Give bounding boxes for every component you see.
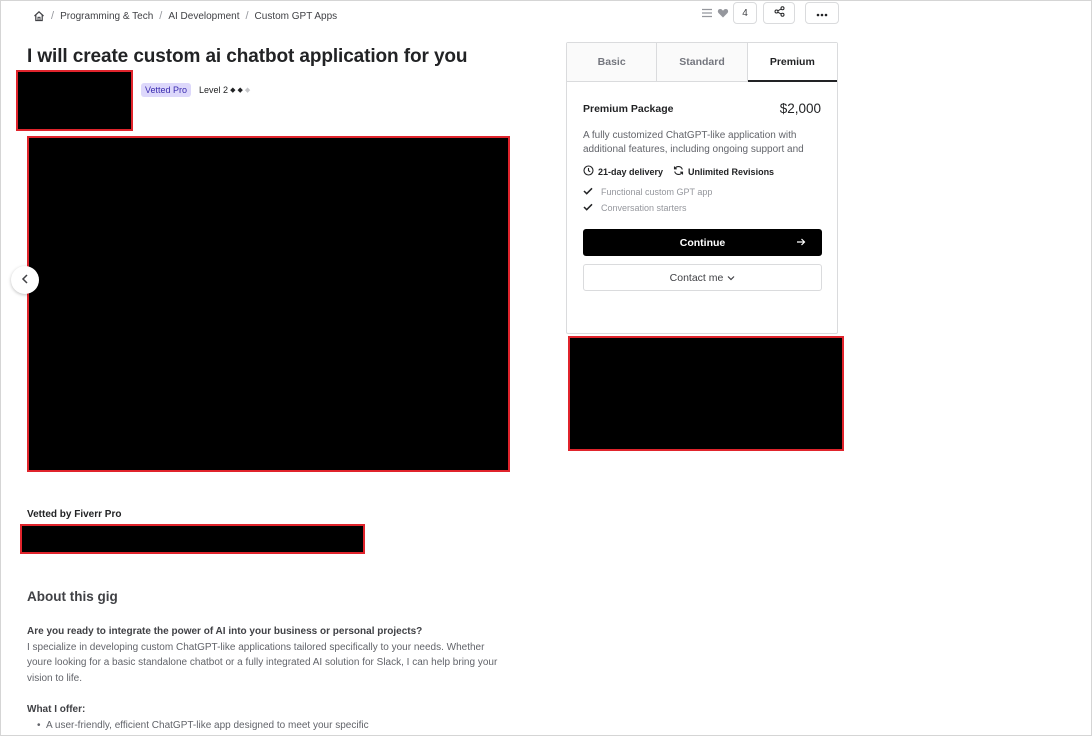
check-icon — [583, 187, 593, 197]
tab-basic[interactable]: Basic — [567, 43, 658, 81]
share-icon — [774, 4, 785, 22]
package-description: A fully customized ChatGPT-like applicat… — [583, 130, 804, 155]
share-button[interactable] — [763, 2, 795, 24]
breadcrumb-item-ai-development[interactable]: AI Development — [168, 11, 239, 22]
tab-standard[interactable]: Standard — [657, 43, 748, 81]
seller-level: Level 2 ◆ ◆ ◆ — [199, 85, 250, 95]
breadcrumb-separator: / — [51, 10, 55, 22]
collections-like-group[interactable]: 4 — [701, 2, 757, 24]
list-item: Functional custom GPT app — [583, 184, 821, 200]
about-lead: Are you ready to integrate the power of … — [27, 626, 423, 637]
more-icon — [816, 4, 828, 22]
more-options-button[interactable] — [805, 2, 839, 24]
gallery-prev-button[interactable] — [11, 266, 39, 294]
level-diamond-icon: ◆ — [230, 87, 236, 94]
offer-heading: What I offer: — [27, 704, 86, 715]
redacted-gig-gallery — [27, 136, 510, 472]
package-details: Premium Package $2,000 A fully customize… — [567, 101, 837, 291]
breadcrumb-separator: / — [245, 10, 249, 22]
delivery-time: 21-day delivery — [583, 165, 663, 178]
package-tabs: Basic Standard Premium — [567, 43, 837, 82]
package-header: Premium Package $2,000 — [583, 101, 821, 116]
redacted-vetted-details — [20, 524, 365, 554]
continue-button[interactable]: Continue — [583, 229, 822, 256]
offer-list: A user-friendly, efficient ChatGPT-like … — [27, 718, 507, 734]
heart-icon[interactable] — [717, 7, 729, 19]
list-item: Conversation starters — [583, 200, 821, 216]
seller-badges: Vetted Pro Level 2 ◆ ◆ ◆ — [141, 83, 250, 97]
continue-label: Continue — [679, 236, 726, 249]
breadcrumb-separator: / — [159, 10, 163, 22]
package-meta: 21-day delivery Unlimited Revisions — [583, 165, 821, 178]
package-price: $2,000 — [779, 101, 821, 116]
home-icon[interactable] — [33, 10, 45, 22]
contact-label: Contact me — [669, 271, 724, 284]
vetted-pro-badge: Vetted Pro — [141, 83, 192, 97]
about-gig-heading: About this gig — [27, 589, 118, 604]
gig-title: I will create custom ai chatbot applicat… — [27, 46, 468, 67]
level-diamond-icon: ◆ — [237, 87, 243, 94]
feature-label: Conversation starters — [601, 203, 687, 213]
like-count: 4 — [733, 2, 757, 24]
breadcrumb-item-custom-gpt-apps[interactable]: Custom GPT Apps — [255, 11, 338, 22]
list-item: A user-friendly, efficient ChatGPT-like … — [37, 718, 507, 734]
level-diamond-icon: ◆ — [244, 87, 251, 94]
redacted-seller-card — [568, 336, 844, 451]
page-frame: / Programming & Tech / AI Development / … — [0, 0, 1092, 736]
list-icon[interactable] — [701, 7, 713, 19]
delivery-label: 21-day delivery — [598, 166, 664, 177]
seller-level-label: Level 2 — [199, 85, 229, 95]
package-card: Basic Standard Premium Premium Package $… — [566, 42, 838, 334]
package-name: Premium Package — [583, 102, 674, 115]
chevron-down-icon — [727, 272, 735, 284]
about-paragraph: I specialize in developing custom ChatGP… — [27, 641, 498, 684]
vetted-by-label: Vetted by Fiverr Pro — [27, 509, 122, 520]
revisions-label: Unlimited Revisions — [688, 166, 775, 177]
gig-actions: 4 — [701, 2, 839, 24]
refresh-icon — [673, 165, 684, 178]
breadcrumb-item-programming-tech[interactable]: Programming & Tech — [60, 11, 153, 22]
clock-icon — [583, 165, 594, 178]
feature-label: Functional custom GPT app — [601, 187, 713, 197]
breadcrumb: / Programming & Tech / AI Development / … — [33, 10, 337, 22]
check-icon — [583, 203, 593, 213]
feature-list: Functional custom GPT app Conversation s… — [583, 184, 821, 216]
tab-premium[interactable]: Premium — [747, 43, 837, 82]
revisions: Unlimited Revisions — [673, 165, 774, 178]
contact-me-button[interactable]: Contact me — [583, 264, 822, 291]
chevron-left-icon — [21, 271, 29, 289]
about-gig-description: Are you ready to integrate the power of … — [27, 624, 507, 733]
arrow-right-icon — [796, 237, 806, 250]
redacted-seller-info — [16, 70, 133, 131]
